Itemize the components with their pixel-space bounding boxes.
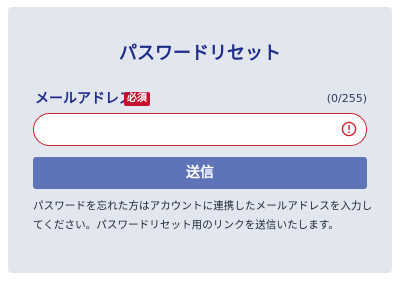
email-field[interactable] bbox=[46, 114, 340, 146]
page-title: パスワードリセット bbox=[119, 43, 281, 64]
help-text: パスワードを忘れた方はアカウントに連携したメールアドレスを入力してください。パス… bbox=[33, 200, 373, 231]
error-icon bbox=[341, 121, 357, 137]
submit-button[interactable]: 送信 bbox=[33, 157, 367, 189]
password-reset-card: パスワードリセット メールアドレス 必須 (0/255) 送信 パスワードを忘れ… bbox=[8, 7, 392, 273]
required-badge: 必須 bbox=[124, 92, 150, 106]
email-label: メールアドレス bbox=[35, 91, 133, 107]
email-field-wrapper bbox=[33, 113, 367, 146]
char-count: (0/255) bbox=[326, 92, 367, 105]
email-label-row: メールアドレス 必須 (0/255) bbox=[35, 89, 367, 109]
